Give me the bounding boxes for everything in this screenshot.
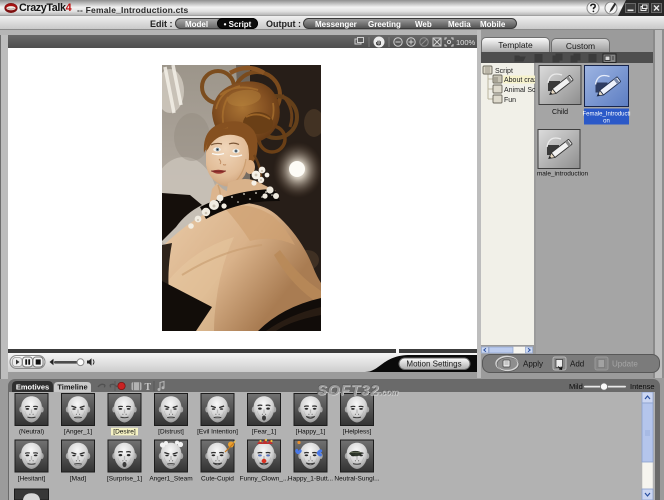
svg-text:Update: Update [612, 360, 638, 369]
svg-text:Female_Introducti: Female_Introducti [582, 112, 630, 118]
svg-text:100%: 100% [456, 38, 476, 47]
svg-text:Apply: Apply [523, 360, 543, 369]
svg-text:Add: Add [570, 360, 584, 369]
svg-text:Neutral-Sungl...: Neutral-Sungl... [334, 475, 379, 482]
svg-text:[Hesitant]: [Hesitant] [18, 475, 46, 482]
svg-text:[Desire]: [Desire] [113, 429, 136, 436]
svg-text:Intense: Intense [630, 382, 655, 391]
svg-text:Child: Child [552, 109, 568, 116]
svg-text:male_introduction: male_introduction [537, 171, 589, 178]
svg-text:[Mad]: [Mad] [70, 475, 86, 482]
svg-text:T: T [145, 382, 152, 392]
svg-text:[Fear_1]: [Fear_1] [252, 429, 276, 436]
svg-text:[Helpless]: [Helpless] [343, 429, 372, 436]
svg-text:(Neutral): (Neutral) [19, 429, 44, 436]
svg-text:Timeline: Timeline [57, 383, 87, 392]
svg-text:Motion Settings: Motion Settings [406, 360, 461, 369]
svg-text:Cute-Cupid: Cute-Cupid [201, 475, 234, 482]
svg-text:Fun: Fun [504, 97, 516, 104]
svg-text:About crazy: About crazy [504, 77, 535, 84]
svg-text:Emotives: Emotives [16, 383, 49, 392]
svg-text:[Evil Intention]: [Evil Intention] [197, 429, 238, 436]
svg-text:[Anger_1]: [Anger_1] [64, 429, 92, 436]
svg-text:[Distrust]: [Distrust] [158, 429, 184, 436]
svg-text:Happy_1-Butt...: Happy_1-Butt... [288, 475, 333, 482]
svg-text:[Happy_1]: [Happy_1] [296, 429, 326, 436]
svg-text:Mild: Mild [569, 382, 583, 391]
svg-text:Animal Soun: Animal Soun [504, 87, 535, 94]
svg-text:on: on [603, 119, 610, 125]
svg-text:Anger1_Steam: Anger1_Steam [149, 475, 192, 482]
svg-text:[Surprise_1]: [Surprise_1] [107, 475, 142, 482]
svg-text:Funny_Clown_...: Funny_Clown_... [240, 475, 289, 482]
svg-text:Script: Script [495, 68, 513, 75]
